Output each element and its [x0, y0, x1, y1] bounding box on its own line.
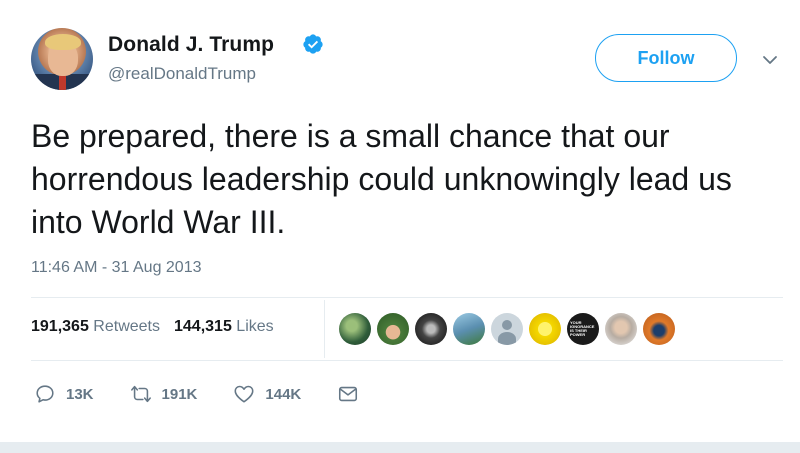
reply-count: 13K: [66, 385, 94, 403]
direct-message-button[interactable]: [337, 383, 359, 405]
retweets-count: 191,365: [31, 318, 89, 335]
reply-icon: [36, 385, 54, 403]
liker-avatar-2[interactable]: [377, 313, 409, 345]
avatar-hair: [45, 34, 81, 50]
liker-avatar-4[interactable]: [453, 313, 485, 345]
follow-button[interactable]: Follow: [595, 34, 737, 82]
retweet-icon: [130, 385, 151, 403]
liker-avatar-1[interactable]: [339, 313, 371, 345]
author-handle[interactable]: @realDonaldTrump: [108, 64, 256, 84]
retweet-button[interactable]: 191K: [130, 383, 198, 405]
likes-stat[interactable]: 144,315 Likes: [174, 318, 274, 336]
tweet-text: Be prepared, there is a small chance tha…: [31, 118, 732, 240]
retweet-count: 191K: [161, 385, 198, 403]
author-name[interactable]: Donald J. Trump: [108, 33, 274, 57]
reply-button[interactable]: 13K: [34, 383, 94, 405]
stats-separator: [324, 300, 325, 358]
liker-avatars: YOUR IGNORANCE IS THEIR POWER: [339, 313, 675, 345]
verified-badge-icon: [303, 34, 323, 54]
bottom-bar: [0, 442, 800, 453]
liker-avatar-5[interactable]: [491, 313, 523, 345]
divider-top: [31, 297, 783, 298]
likes-label: Likes: [236, 318, 274, 335]
liker-avatar-6[interactable]: [529, 313, 561, 345]
author-avatar[interactable]: [31, 28, 93, 90]
liker-avatar-9[interactable]: [643, 313, 675, 345]
liker-avatar-8[interactable]: [605, 313, 637, 345]
liker-avatar-7-text: YOUR IGNORANCE IS THEIR POWER: [570, 320, 595, 337]
liker-avatar-7[interactable]: YOUR IGNORANCE IS THEIR POWER: [567, 313, 599, 345]
heart-icon: [234, 385, 254, 403]
divider-bottom: [31, 360, 783, 361]
retweets-label: Retweets: [93, 318, 160, 335]
envelope-icon: [339, 386, 358, 402]
like-button[interactable]: 144K: [233, 383, 301, 405]
tweet-actions: 13K 191K 144K: [34, 383, 395, 405]
retweets-stat[interactable]: 191,365 Retweets: [31, 318, 160, 336]
liker-avatar-3[interactable]: [415, 313, 447, 345]
chevron-down-icon[interactable]: [760, 50, 780, 70]
tweet-stats: 191,365 Retweets 144,315 Likes: [31, 318, 274, 336]
likes-count: 144,315: [174, 318, 232, 335]
tweet-timestamp[interactable]: 11:46 AM - 31 Aug 2013: [31, 259, 202, 277]
like-count: 144K: [265, 385, 302, 403]
avatar-tie: [59, 74, 66, 90]
